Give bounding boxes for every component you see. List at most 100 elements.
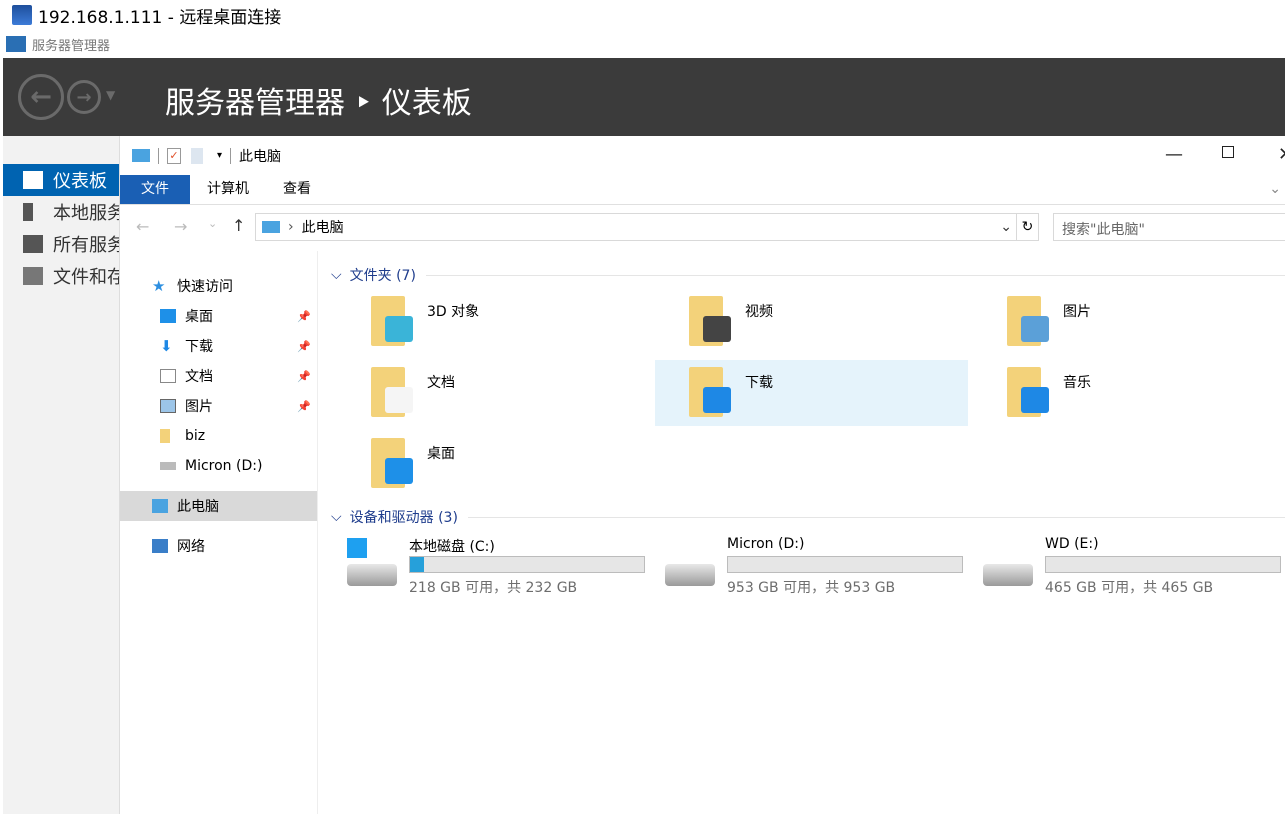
folder-overlay-icon bbox=[1021, 387, 1049, 413]
pin-icon[interactable]: 📌 bbox=[297, 400, 311, 413]
windows-logo-icon bbox=[347, 538, 367, 558]
address-bar[interactable]: › 此电脑 ⌄ ↻ bbox=[255, 213, 1039, 241]
label: 设备和驱动器 (3) bbox=[349, 510, 458, 526]
dashboard-icon bbox=[23, 171, 43, 189]
tab-file[interactable]: 文件 bbox=[120, 175, 190, 204]
folder-overlay-icon bbox=[385, 458, 413, 484]
folder-overlay-icon bbox=[703, 316, 731, 342]
explorer-titlebar: ✓ ▾ 此电脑 — ✕ bbox=[120, 136, 1285, 175]
folder-icon bbox=[371, 438, 413, 488]
rdp-title-bar: 192.168.1.111 - 远程桌面连接 bbox=[0, 0, 1285, 30]
drive-tile[interactable]: Micron (D:) 953 GB 可用，共 953 GB bbox=[637, 536, 963, 596]
minimize-button[interactable]: — bbox=[1165, 144, 1183, 165]
expand-ribbon-icon[interactable]: ⌄ bbox=[1269, 181, 1281, 197]
forward-button[interactable]: → bbox=[67, 80, 101, 114]
close-button[interactable]: ✕ bbox=[1278, 144, 1285, 165]
nav-micron-d[interactable]: Micron (D:) bbox=[120, 451, 317, 481]
refresh-icon[interactable]: ↻ bbox=[1016, 214, 1038, 240]
desktop-icon bbox=[160, 309, 176, 323]
computer-icon bbox=[152, 499, 168, 513]
label: 下载 bbox=[185, 339, 213, 355]
folder-icon bbox=[689, 296, 731, 346]
folders-group-header[interactable]: ⌵ 文件夹 (7) bbox=[331, 265, 1285, 285]
nav-quick-access[interactable]: ★ 快速访问 bbox=[120, 271, 317, 301]
forward-arrow-icon[interactable]: → bbox=[174, 217, 187, 236]
label: 桌面 bbox=[185, 309, 213, 325]
label: 文件夹 (7) bbox=[349, 268, 416, 284]
storage-icon bbox=[23, 267, 43, 285]
content-pane: ⌵ 文件夹 (7) 3D 对象 视频 图片文档 下载 音乐桌面 ⌵ 设备和驱动器 (3) 本… bbox=[319, 251, 1285, 814]
folder-overlay-icon bbox=[1021, 316, 1049, 342]
folder-name: 音乐 bbox=[1063, 375, 1091, 391]
maximize-button[interactable] bbox=[1222, 146, 1234, 158]
sidebar-item-file-storage[interactable]: 文件和存储服务 bbox=[3, 260, 120, 292]
folder-tile[interactable]: 下载 bbox=[655, 360, 968, 426]
folder-tile[interactable]: 3D 对象 bbox=[337, 289, 650, 355]
tab-computer[interactable]: 计算机 bbox=[190, 175, 266, 204]
server-icon bbox=[23, 203, 33, 221]
address-dropdown-icon[interactable]: ⌄ bbox=[1000, 219, 1012, 235]
nav-biz[interactable]: biz bbox=[120, 421, 317, 451]
sidebar-item-local-server[interactable]: 本地服务器 bbox=[3, 196, 120, 228]
folder-tile[interactable]: 视频 bbox=[655, 289, 968, 355]
rdp-icon bbox=[12, 5, 32, 25]
server-manager-header: ← → ▼ 服务器管理器 ‣ 仪表板 bbox=[3, 58, 1285, 136]
label: 本地服务器 bbox=[53, 203, 120, 224]
folder-tile[interactable]: 桌面 bbox=[337, 431, 650, 497]
history-dropdown-icon[interactable]: ▼ bbox=[106, 88, 115, 102]
label: 此电脑 bbox=[177, 499, 219, 515]
computer-icon bbox=[262, 221, 280, 233]
chevron-right-icon: › bbox=[288, 219, 294, 235]
folder-overlay-icon bbox=[703, 387, 731, 413]
recent-dropdown-icon[interactable]: ⌄ bbox=[208, 217, 217, 230]
label: 文档 bbox=[185, 369, 213, 385]
label: 网络 bbox=[177, 539, 205, 555]
folder-tile[interactable]: 文档 bbox=[337, 360, 650, 426]
drive-usage-bar bbox=[1045, 556, 1281, 573]
label: 文件和存储服务 bbox=[53, 267, 120, 288]
folder-tile[interactable]: 音乐 bbox=[973, 360, 1285, 426]
pin-icon[interactable]: 📌 bbox=[297, 310, 311, 323]
nav-network[interactable]: 网络 bbox=[120, 531, 317, 561]
nav-downloads[interactable]: ⬇ 下载 📌 bbox=[120, 331, 317, 361]
drive-icon bbox=[160, 462, 176, 470]
drive-tile[interactable]: 本地磁盘 (C:) 218 GB 可用，共 232 GB bbox=[319, 536, 645, 596]
customize-toolbar-icon[interactable]: ▾ bbox=[217, 150, 222, 161]
drive-icon bbox=[983, 564, 1033, 586]
tab-view[interactable]: 查看 bbox=[266, 175, 328, 204]
sidebar-item-all-servers[interactable]: 所有服务器 bbox=[3, 228, 120, 260]
label: 快速访问 bbox=[177, 279, 233, 295]
drive-free-space: 218 GB 可用，共 232 GB bbox=[409, 580, 578, 596]
folder-name: 图片 bbox=[1063, 304, 1091, 320]
nav-desktop[interactable]: 桌面 📌 bbox=[120, 301, 317, 331]
nav-documents[interactable]: 文档 📌 bbox=[120, 361, 317, 391]
back-button[interactable]: ← bbox=[18, 74, 64, 120]
folder-name: 下载 bbox=[745, 375, 773, 391]
new-folder-icon[interactable] bbox=[191, 147, 203, 164]
app-name: 服务器管理器 bbox=[32, 38, 111, 54]
properties-icon[interactable]: ✓ bbox=[167, 147, 181, 164]
download-icon: ⬇ bbox=[160, 337, 173, 355]
pin-icon[interactable]: 📌 bbox=[297, 370, 311, 383]
up-arrow-icon[interactable]: ↑ bbox=[232, 216, 245, 235]
window-title: 此电脑 bbox=[239, 148, 282, 165]
folder-name: 桌面 bbox=[427, 446, 455, 462]
folder-icon bbox=[371, 367, 413, 417]
drives-group-header[interactable]: ⌵ 设备和驱动器 (3) bbox=[331, 507, 1285, 527]
nav-pictures[interactable]: 图片 📌 bbox=[120, 391, 317, 421]
server-manager-sidebar: 仪表板 本地服务器 所有服务器 文件和存储服务 bbox=[3, 136, 120, 814]
search-input[interactable]: 搜索"此电脑" bbox=[1053, 213, 1285, 241]
drive-tile[interactable]: WD (E:) 465 GB 可用，共 465 GB bbox=[955, 536, 1281, 596]
pin-icon[interactable]: 📌 bbox=[297, 340, 311, 353]
folder-tile[interactable]: 图片 bbox=[973, 289, 1285, 355]
back-arrow-icon[interactable]: ← bbox=[136, 217, 149, 236]
drive-free-space: 465 GB 可用，共 465 GB bbox=[1045, 580, 1214, 596]
label: Micron (D:) bbox=[185, 458, 263, 474]
label: 仪表板 bbox=[53, 171, 107, 192]
folder-icon bbox=[160, 429, 170, 443]
nav-this-pc[interactable]: 此电脑 bbox=[120, 491, 317, 521]
label: 所有服务器 bbox=[53, 235, 120, 256]
drive-free-space: 953 GB 可用，共 953 GB bbox=[727, 580, 896, 596]
sidebar-item-dashboard[interactable]: 仪表板 bbox=[3, 164, 120, 196]
address-text: 此电脑 bbox=[301, 220, 344, 236]
